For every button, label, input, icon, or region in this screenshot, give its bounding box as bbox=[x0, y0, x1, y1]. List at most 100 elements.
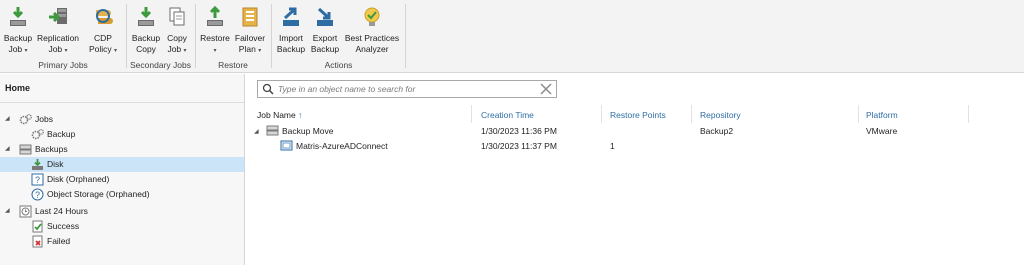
cdp-policy-button[interactable]: CDP Policy ▾ bbox=[85, 4, 121, 60]
job-name: Backup Move bbox=[282, 126, 334, 136]
clear-search-icon[interactable] bbox=[540, 83, 552, 95]
tree-item-disk[interactable]: Disk bbox=[0, 157, 244, 172]
vm-icon bbox=[280, 140, 293, 151]
import-backup-label-1: Import bbox=[278, 33, 304, 43]
tree-item-backup[interactable]: Backup bbox=[0, 127, 244, 142]
expand-icon[interactable]: ◢ bbox=[5, 204, 13, 219]
search-input[interactable] bbox=[278, 82, 528, 96]
ribbon-group-secondary-jobs: Backup Copy Copy Job ▾ Secondary Jobs bbox=[127, 0, 194, 73]
backup-job-button[interactable]: Backup Job ▾ bbox=[3, 4, 33, 60]
ribbon-group-label: Restore bbox=[218, 60, 248, 70]
cdp-policy-label-2: Policy bbox=[88, 44, 112, 54]
nav-title: Home bbox=[5, 83, 31, 93]
restore-button[interactable]: Restore ▾ bbox=[199, 4, 231, 60]
last-24-hours-icon bbox=[19, 205, 32, 218]
export-backup-icon bbox=[317, 7, 333, 26]
backups-icon bbox=[19, 144, 32, 155]
tree-item-label: Last 24 Hours bbox=[35, 206, 88, 216]
restore-points: 1 bbox=[610, 141, 615, 151]
copy-job-label-1: Copy bbox=[167, 33, 187, 43]
column-header-creation-time[interactable]: Creation Time bbox=[481, 110, 534, 120]
column-header-platform[interactable]: Platform bbox=[866, 110, 898, 120]
tree-item-label: Success bbox=[47, 221, 80, 231]
replication-job-label-1: Replication bbox=[36, 33, 80, 43]
ribbon-group-actions: Import Backup Export Backup Best Practices… bbox=[272, 0, 405, 73]
backup-job-icon bbox=[266, 125, 279, 136]
content-pane: Job Name ↑ Creation Time Restore Points … bbox=[246, 74, 1024, 265]
tree-item-success[interactable]: Success bbox=[0, 219, 244, 234]
expand-icon[interactable]: ◢ bbox=[5, 112, 13, 127]
ribbon-group-label: Secondary Jobs bbox=[130, 60, 191, 70]
tree-item-label: Disk bbox=[47, 159, 64, 169]
failover-plan-icon bbox=[242, 7, 258, 27]
export-backup-button[interactable]: Export Backup bbox=[309, 4, 341, 60]
replication-job-icon bbox=[49, 8, 67, 24]
import-backup-button[interactable]: Import Backup bbox=[275, 4, 307, 60]
tree-item-label: Object Storage (Orphaned) bbox=[47, 189, 150, 199]
disk-orphaned-icon: ? bbox=[31, 173, 44, 186]
chevron-down-icon: ▾ bbox=[258, 48, 262, 54]
job-name: Matris-AzureADConnect bbox=[296, 141, 388, 151]
chevron-down-icon: ▾ bbox=[114, 48, 118, 54]
column-header-repository[interactable]: Repository bbox=[700, 110, 741, 120]
column-divider[interactable] bbox=[691, 105, 692, 123]
best-practices-analyzer-icon bbox=[364, 7, 380, 26]
tree-item-label: Backup bbox=[47, 129, 76, 139]
expand-icon[interactable]: ◢ bbox=[5, 142, 13, 157]
column-divider[interactable] bbox=[968, 105, 969, 123]
object-storage-orphaned-icon: ? bbox=[31, 188, 44, 201]
platform: VMware bbox=[866, 126, 898, 136]
chevron-down-icon: ▾ bbox=[183, 48, 187, 54]
backup-copy-button[interactable]: Backup Copy bbox=[130, 4, 162, 60]
chevron-down-icon: ▾ bbox=[64, 48, 68, 54]
copy-job-label-2: Job bbox=[167, 44, 182, 54]
cdp-policy-label-1: CDP bbox=[94, 33, 112, 43]
tree-item-label: Jobs bbox=[35, 114, 53, 124]
ribbon: Backup Job ▾ Replication Job ▾ CDP Policy ▾… bbox=[0, 0, 1024, 73]
import-backup-label-2: Backup bbox=[276, 44, 306, 54]
expand-icon[interactable]: ◢ bbox=[254, 128, 259, 135]
export-backup-label-1: Export bbox=[312, 33, 338, 43]
column-header-restore-points[interactable]: Restore Points bbox=[610, 110, 666, 120]
chevron-down-icon: ▾ bbox=[213, 48, 217, 54]
tree-item-disk-orphaned[interactable]: ? Disk (Orphaned) bbox=[0, 172, 244, 187]
replication-job-button[interactable]: Replication Job ▾ bbox=[36, 4, 80, 60]
tree-item-label: Backups bbox=[35, 144, 68, 154]
navigation-pane: Home ◢ Jobs Backup ◢ Backups Disk ? Disk… bbox=[0, 74, 245, 265]
tree-item-backups[interactable]: ◢ Backups bbox=[0, 142, 244, 157]
backup-gear-icon bbox=[31, 129, 44, 140]
replication-job-label-2: Job bbox=[48, 44, 63, 54]
jobs-gear-icon bbox=[19, 114, 32, 125]
tree-item-last-24-hours[interactable]: ◢ Last 24 Hours bbox=[0, 204, 244, 219]
failover-plan-button[interactable]: Failover Plan ▾ bbox=[233, 4, 267, 60]
nav-divider bbox=[0, 102, 244, 103]
tree-item-failed[interactable]: Failed bbox=[0, 234, 244, 249]
cdp-policy-icon bbox=[96, 9, 113, 24]
search-box[interactable] bbox=[257, 80, 557, 98]
ribbon-group-restore: Restore ▾ Failover Plan ▾ Restore bbox=[196, 0, 270, 73]
column-header-label: Job Name bbox=[257, 110, 296, 120]
tree-item-object-storage-orphaned[interactable]: ? Object Storage (Orphaned) bbox=[0, 187, 244, 202]
tree-item-label: Disk (Orphaned) bbox=[47, 174, 110, 184]
success-icon bbox=[32, 220, 43, 233]
export-backup-label-2: Backup bbox=[310, 44, 340, 54]
tree-item-jobs[interactable]: ◢ Jobs bbox=[0, 112, 244, 127]
ribbon-separator bbox=[405, 4, 406, 68]
column-header-job-name[interactable]: Job Name ↑ bbox=[257, 110, 302, 120]
copy-job-button[interactable]: Copy Job ▾ bbox=[164, 4, 190, 60]
backup-copy-label-1: Backup bbox=[131, 33, 161, 43]
best-practices-analyzer-label-2: Analyzer bbox=[355, 44, 389, 54]
failover-plan-label-1: Failover bbox=[234, 33, 266, 43]
backup-job-icon bbox=[10, 7, 26, 26]
best-practices-analyzer-label-1: Best Practices bbox=[344, 33, 400, 43]
column-divider[interactable] bbox=[601, 105, 602, 123]
column-divider[interactable] bbox=[471, 105, 472, 123]
disk-icon bbox=[32, 159, 43, 170]
sort-ascending-icon: ↑ bbox=[298, 110, 303, 120]
creation-time: 1/30/2023 11:37 PM bbox=[481, 141, 557, 151]
column-divider[interactable] bbox=[858, 105, 859, 123]
backup-job-label-2: Job bbox=[8, 44, 23, 54]
import-backup-icon bbox=[283, 7, 299, 26]
backup-job-label-1: Backup bbox=[3, 33, 33, 43]
best-practices-analyzer-button[interactable]: Best Practices Analyzer bbox=[343, 4, 401, 60]
